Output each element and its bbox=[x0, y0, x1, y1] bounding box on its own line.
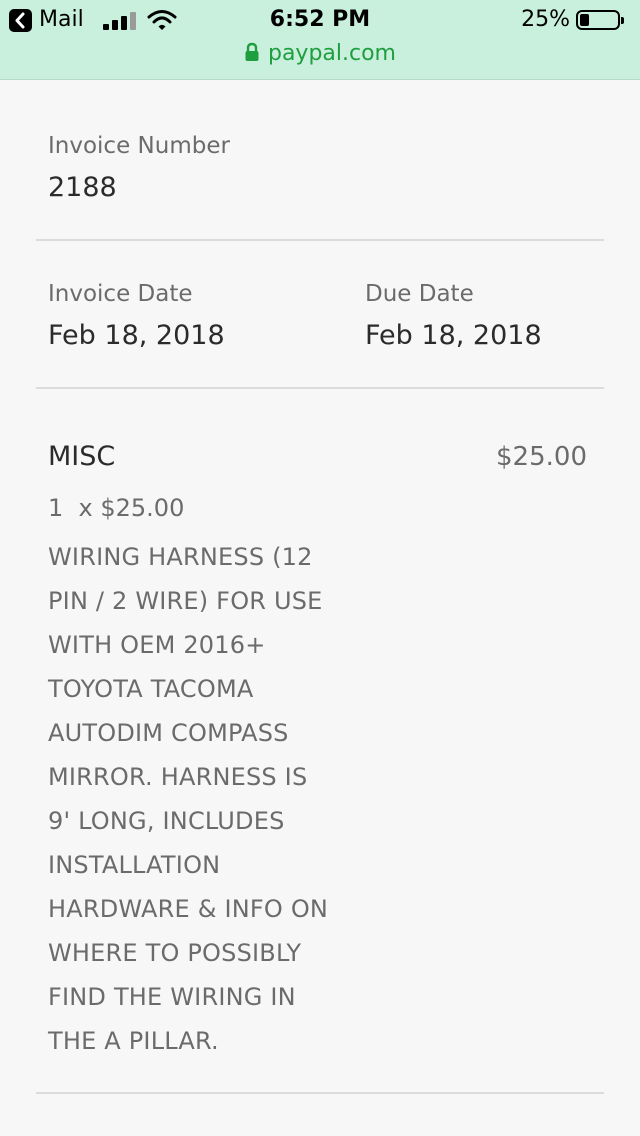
due-date: Feb 18, 2018 bbox=[365, 320, 542, 351]
divider bbox=[36, 1092, 604, 1094]
invoice-content: Invoice Number 2188 Invoice Date Feb 18,… bbox=[0, 80, 640, 1136]
line-item-description: WIRING HARNESS (12 PIN / 2 WIRE) FOR USE… bbox=[48, 543, 329, 1055]
line-item-quantity: 1 x $25.00 bbox=[48, 494, 185, 522]
battery-percent: 25% bbox=[521, 7, 570, 32]
battery-icon bbox=[576, 10, 624, 30]
status-bar: Mail 6:52 PM 25% paypal.com bbox=[0, 0, 640, 80]
invoice-number-label: Invoice Number bbox=[48, 133, 230, 159]
battery-level bbox=[580, 14, 589, 26]
line-item-name: MISC bbox=[48, 441, 116, 472]
invoice-date: Feb 18, 2018 bbox=[48, 320, 225, 351]
url-domain: paypal.com bbox=[267, 41, 396, 66]
lock-icon bbox=[245, 42, 259, 61]
url-bar[interactable]: paypal.com bbox=[0, 40, 640, 70]
divider bbox=[36, 239, 604, 241]
line-item-amount: $25.00 bbox=[496, 442, 587, 472]
invoice-date-label: Invoice Date bbox=[48, 281, 193, 307]
due-date-label: Due Date bbox=[365, 281, 474, 307]
invoice-number: 2188 bbox=[48, 172, 117, 203]
status-row: Mail 6:52 PM 25% bbox=[0, 0, 640, 40]
divider bbox=[36, 387, 604, 389]
